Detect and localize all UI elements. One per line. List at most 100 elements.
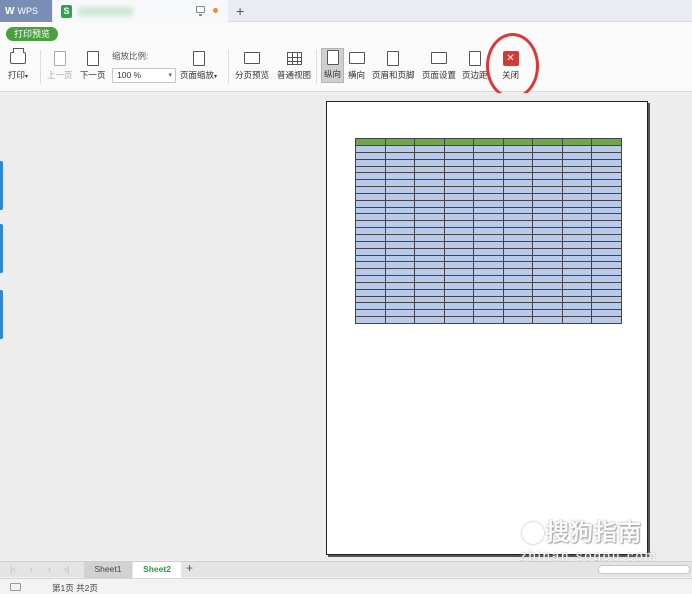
divider <box>40 50 41 84</box>
table-cell <box>532 186 563 194</box>
table-cell <box>443 261 474 270</box>
table-cell <box>502 172 533 181</box>
table-cell <box>561 295 592 304</box>
table-cell <box>384 138 415 146</box>
table-cell <box>532 316 563 324</box>
page-setup-label: 页面设置 <box>422 70 457 80</box>
table-cell <box>591 261 622 270</box>
tab-wps-home[interactable]: W WPS <box>0 0 52 22</box>
zoom-select[interactable]: 100 % ▾ <box>112 68 176 83</box>
table-cell <box>561 233 592 242</box>
table-cell <box>355 186 386 194</box>
print-button[interactable]: 打印▾ <box>8 48 28 81</box>
page-zoom-label: 页面缩放 <box>180 70 215 80</box>
portrait-label: 纵向 <box>324 69 342 79</box>
table-cell <box>443 309 474 318</box>
add-sheet-button[interactable]: + <box>186 561 193 575</box>
next-page-button[interactable]: 下一页 <box>80 50 106 81</box>
table-cell <box>355 261 386 270</box>
table-cell <box>591 275 622 283</box>
page-setup-button[interactable]: 页面设置 <box>422 50 456 81</box>
table-cell <box>502 227 533 235</box>
table-cell <box>473 302 504 311</box>
table-cell <box>443 288 474 297</box>
table-cell <box>561 220 592 229</box>
table-cell <box>473 220 504 229</box>
table-cell <box>502 213 533 222</box>
table-cell <box>532 165 563 174</box>
table-cell <box>502 288 533 297</box>
table-cell <box>355 206 386 215</box>
table-cell <box>473 281 504 290</box>
table-cell <box>384 247 415 256</box>
prev-page-button[interactable]: 上一页 <box>47 50 73 81</box>
table-row <box>355 281 622 290</box>
normal-view-button[interactable]: 普通视图 <box>277 50 311 81</box>
table-cell <box>532 213 563 222</box>
table-cell <box>532 288 563 297</box>
table-cell <box>473 151 504 160</box>
table-cell <box>502 199 533 208</box>
table-cell <box>443 247 474 256</box>
print-preview-tab[interactable]: 打印预览 <box>6 27 59 41</box>
table-cell <box>561 172 592 181</box>
table-cell <box>384 254 415 263</box>
page-break-preview-button[interactable]: 分页预览 <box>235 50 269 81</box>
table-cell <box>384 186 415 194</box>
zoom-value: 100 % <box>117 70 142 80</box>
landscape-button[interactable]: 横向 <box>348 50 365 81</box>
table-cell <box>591 172 622 181</box>
sogou-logo-icon <box>522 522 544 544</box>
table-cell <box>384 158 415 167</box>
margins-button[interactable]: 页边距 <box>462 50 488 81</box>
page-zoom-button[interactable]: 页面缩放▾ <box>180 50 217 81</box>
table-cell <box>561 145 592 153</box>
table-row <box>355 179 622 188</box>
sheet-tab-sheet2[interactable]: Sheet2 <box>133 562 181 578</box>
table-cell <box>414 213 445 222</box>
table-cell <box>414 199 445 208</box>
table-cell <box>473 158 504 167</box>
table-cell <box>561 309 592 318</box>
table-cell <box>591 240 622 249</box>
print-label: 打印 <box>8 70 26 80</box>
table-cell <box>443 281 474 290</box>
portrait-button[interactable]: 纵向 <box>321 48 345 83</box>
horizontal-scrollbar[interactable] <box>598 565 690 574</box>
table-cell <box>443 227 474 235</box>
table-row <box>355 158 622 167</box>
table-row <box>355 145 622 153</box>
table-cell <box>355 138 386 146</box>
table-cell <box>414 316 445 324</box>
table-row <box>355 288 622 297</box>
new-tab-button[interactable]: + <box>236 3 244 19</box>
table-row <box>355 275 622 283</box>
status-monitor-icon[interactable] <box>10 583 21 591</box>
prev-sheet-icon[interactable]: ‹ <box>30 564 33 574</box>
table-row <box>355 316 622 324</box>
table-cell <box>443 206 474 215</box>
next-sheet-icon[interactable]: › <box>48 564 51 574</box>
header-footer-button[interactable]: 页眉和页脚 <box>372 50 415 81</box>
table-cell <box>591 233 622 242</box>
page-zoom-icon <box>192 50 205 66</box>
table-cell <box>502 261 533 270</box>
table-cell <box>414 227 445 235</box>
last-sheet-icon[interactable]: ›| <box>64 564 69 574</box>
table-cell <box>561 199 592 208</box>
first-sheet-icon[interactable]: |‹ <box>10 564 15 574</box>
table-cell <box>591 254 622 263</box>
table-cell <box>443 199 474 208</box>
tab-document[interactable]: S <box>53 0 228 22</box>
table-cell <box>473 295 504 304</box>
monitor-icon[interactable] <box>196 6 205 16</box>
side-marker <box>0 224 3 273</box>
table-cell <box>355 316 386 324</box>
table-row <box>355 261 622 270</box>
preview-workspace[interactable] <box>0 93 692 560</box>
table-cell <box>414 275 445 283</box>
sheet-tab-sheet1[interactable]: Sheet1 <box>84 562 132 578</box>
table-cell <box>591 151 622 160</box>
table-cell <box>473 138 504 146</box>
table-cell <box>591 138 622 146</box>
